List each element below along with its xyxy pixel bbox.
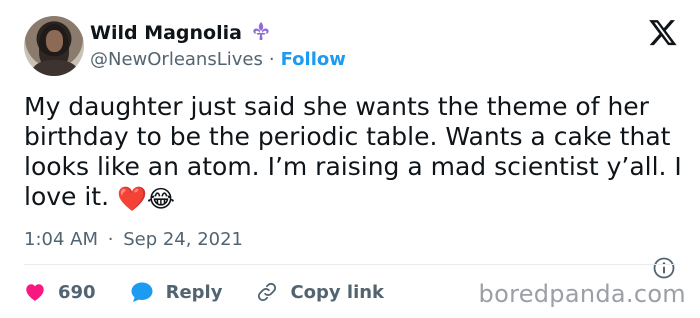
follow-button[interactable]: Follow [281, 48, 346, 72]
like-button[interactable]: 690 [24, 281, 96, 303]
reply-bubble-icon [131, 282, 153, 302]
tweet-body: My daughter just said she wants the them… [24, 92, 684, 214]
tweet-timestamp[interactable]: 1:04 AM · Sep 24, 2021 [24, 228, 243, 252]
author-name-row: Wild Magnolia [90, 20, 272, 46]
copy-link-button[interactable]: Copy link [256, 281, 384, 303]
watermark: boredpanda.com [478, 280, 686, 308]
author-avatar[interactable] [24, 16, 84, 76]
fleur-de-lis-icon [250, 20, 272, 46]
timestamp-separator: · [107, 229, 114, 250]
x-logo-icon[interactable] [648, 17, 678, 47]
divider [24, 264, 676, 265]
reply-button[interactable]: Reply [130, 281, 223, 303]
tweet-actions: 690 Reply Copy link [24, 278, 384, 306]
tweet-date: Sep 24, 2021 [123, 229, 244, 250]
author-handle-row: @NewOrleansLives · Follow [90, 48, 346, 72]
author-handle[interactable]: @NewOrleansLives [90, 48, 263, 72]
avatar-shirt [32, 60, 78, 76]
red-heart-emoji: ❤️ [117, 185, 147, 213]
copy-link-label: Copy link [290, 281, 385, 303]
handle-separator: · [268, 49, 275, 70]
author-display-name[interactable]: Wild Magnolia [90, 21, 242, 45]
reply-label: Reply [165, 281, 223, 303]
avatar-face [46, 30, 63, 52]
link-icon [258, 282, 277, 302]
info-icon[interactable] [652, 256, 676, 280]
tears-of-joy-emoji: 😂 [146, 185, 175, 213]
heart-icon [26, 284, 44, 301]
tweet-time: 1:04 AM [24, 229, 98, 250]
like-count: 690 [58, 281, 96, 303]
